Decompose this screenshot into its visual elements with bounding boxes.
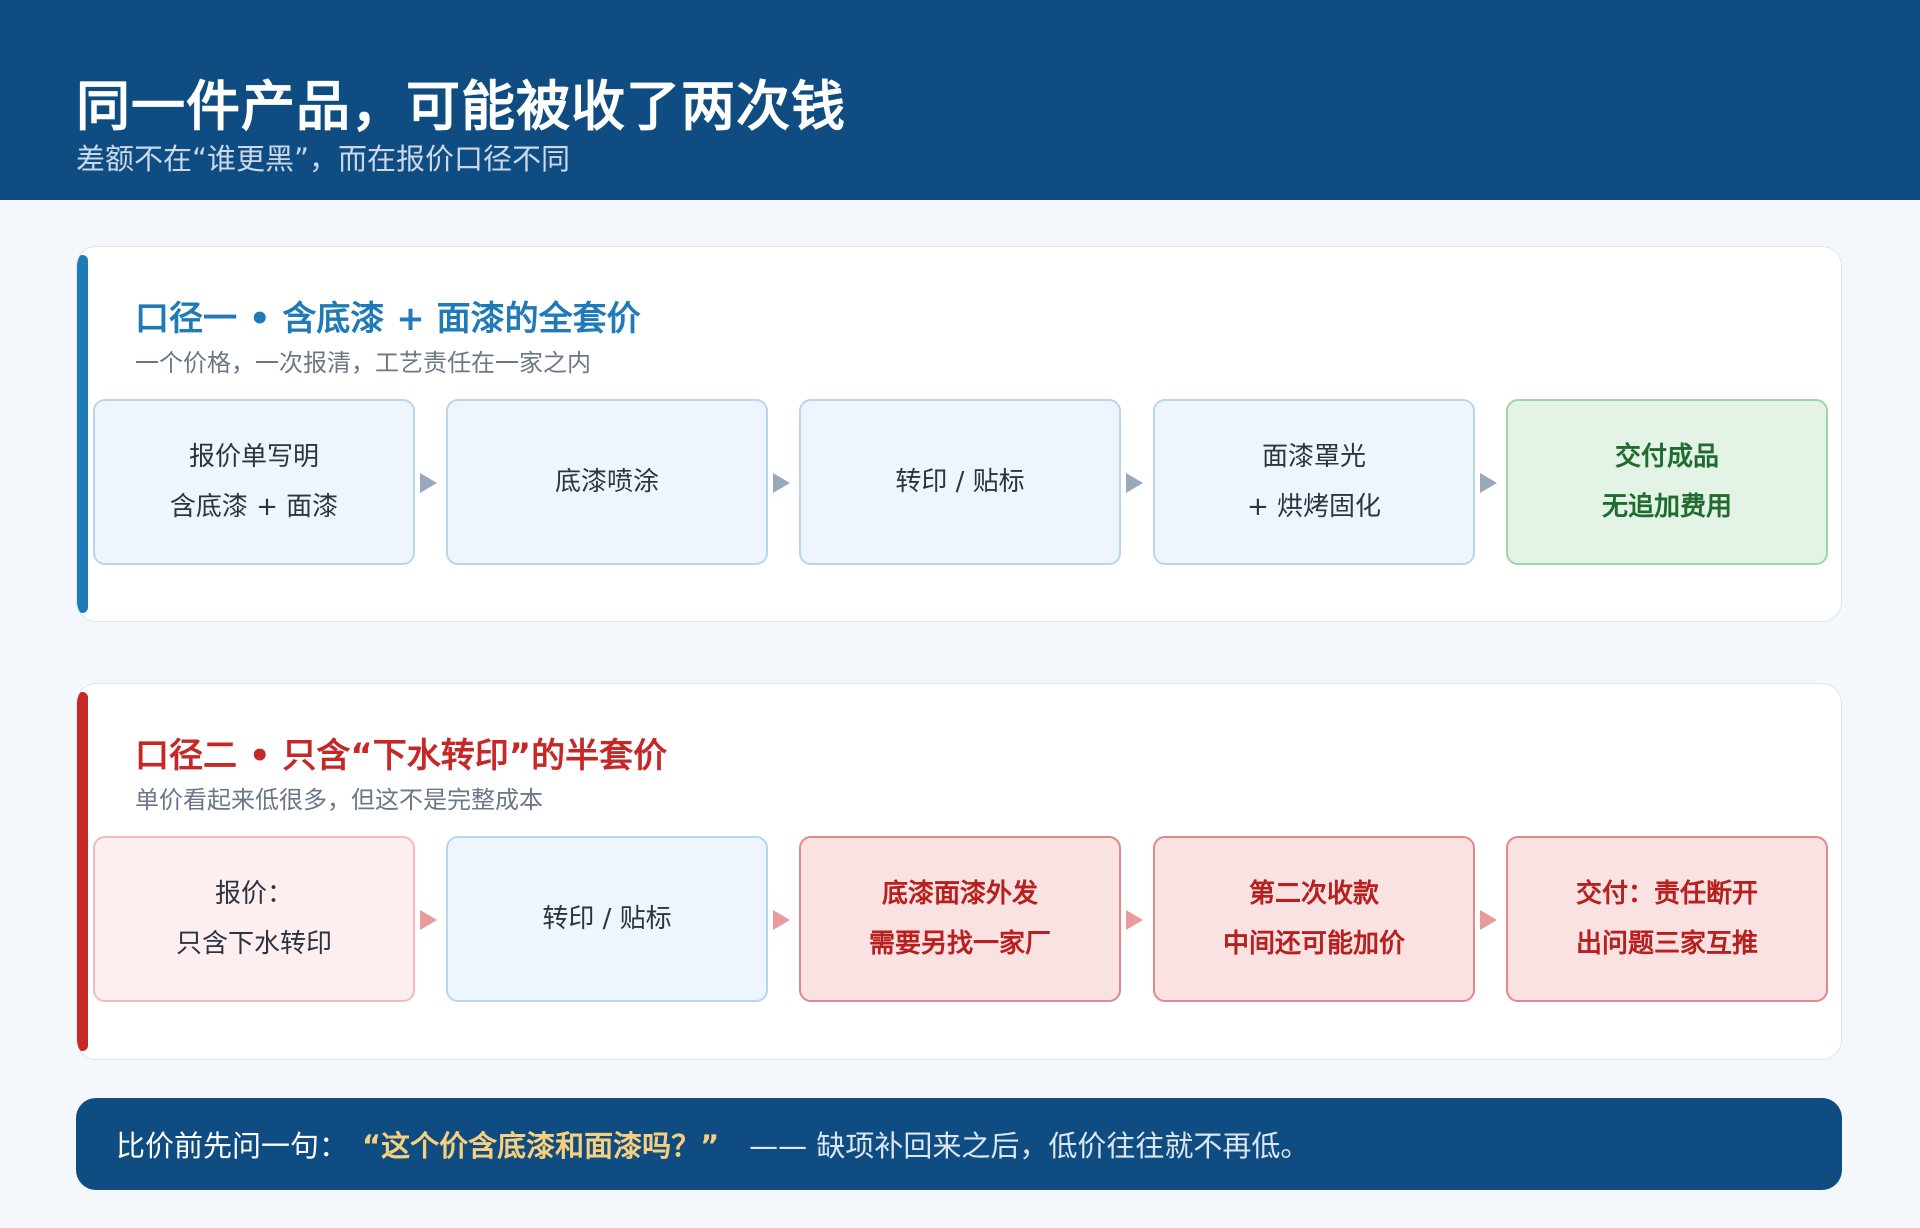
page-subtitle: 差额不在“谁更黑”，而在报价口径不同 bbox=[76, 142, 571, 176]
footer-tail: —— 缺项补回来之后，低价往往就不再低。 bbox=[749, 1129, 1310, 1163]
footer-quote: “这个价含底漆和面漆吗？” bbox=[362, 1129, 720, 1163]
step-text: 底漆面漆外发 bbox=[881, 879, 1038, 909]
panel-full-title: 口径一 • 含底漆 + 面漆的全套价 bbox=[135, 299, 641, 339]
flow-full-step-deliver: 交付成品 无追加费用 bbox=[1506, 399, 1828, 565]
panel-half-title: 口径二 • 只含“下水转印”的半套价 bbox=[135, 736, 668, 776]
arrow-right-icon bbox=[1480, 910, 1497, 930]
arrow-right-icon bbox=[773, 910, 790, 930]
footer-lead: 比价前先问一句： bbox=[116, 1129, 349, 1163]
arrow-right-icon bbox=[420, 473, 437, 493]
panel-half-subtitle: 单价看起来低很多，但这不是完整成本 bbox=[135, 786, 543, 814]
arrow-right-icon bbox=[1480, 473, 1497, 493]
flow-half-step-quote: 报价： 只含下水转印 bbox=[93, 836, 415, 1002]
arrow-right-icon bbox=[420, 910, 437, 930]
step-text: 报价： bbox=[214, 879, 293, 909]
step-text: 无追加费用 bbox=[1601, 492, 1732, 522]
flow-full-step-transfer: 转印 / 贴标 bbox=[799, 399, 1121, 565]
panel-full-price: 口径一 • 含底漆 + 面漆的全套价 一个价格，一次报清，工艺责任在一家之内 报… bbox=[76, 246, 1842, 622]
step-text: 报价单写明 bbox=[188, 442, 319, 472]
flow-half-step-second-charge: 第二次收款 中间还可能加价 bbox=[1153, 836, 1475, 1002]
accent-bar-blue bbox=[77, 255, 88, 613]
accent-bar-red bbox=[77, 692, 88, 1051]
step-text: 转印 / 贴标 bbox=[542, 904, 672, 934]
footer-callout: 比价前先问一句： “这个价含底漆和面漆吗？” —— 缺项补回来之后，低价往往就不… bbox=[76, 1098, 1842, 1190]
header-banner: 同一件产品，可能被收了两次钱 差额不在“谁更黑”，而在报价口径不同 bbox=[0, 0, 1920, 200]
step-text: 第二次收款 bbox=[1248, 879, 1379, 909]
step-text: 只含下水转印 bbox=[175, 929, 332, 959]
flow-half: 报价： 只含下水转印 转印 / 贴标 底漆面漆外发 需要另找一家厂 第二次收款 … bbox=[93, 836, 1829, 1002]
flow-half-step-outsource: 底漆面漆外发 需要另找一家厂 bbox=[799, 836, 1121, 1002]
step-text: 出问题三家互推 bbox=[1575, 929, 1758, 959]
arrow-right-icon bbox=[1126, 473, 1143, 493]
panel-half-price: 口径二 • 只含“下水转印”的半套价 单价看起来低很多，但这不是完整成本 报价：… bbox=[76, 683, 1842, 1060]
step-text: + 烘烤固化 bbox=[1246, 492, 1382, 522]
flow-full-step-primer: 底漆喷涂 bbox=[446, 399, 768, 565]
step-text: 需要另找一家厂 bbox=[868, 929, 1051, 959]
panel-full-subtitle: 一个价格，一次报清，工艺责任在一家之内 bbox=[135, 349, 591, 377]
flow-full-step-quote: 报价单写明 含底漆 + 面漆 bbox=[93, 399, 415, 565]
step-text: 转印 / 贴标 bbox=[895, 467, 1025, 497]
flow-full: 报价单写明 含底漆 + 面漆 底漆喷涂 转印 / 贴标 面漆罩光 + 烘烤固化 … bbox=[93, 399, 1829, 565]
step-text: 底漆喷涂 bbox=[554, 467, 659, 497]
step-text: 交付成品 bbox=[1614, 442, 1719, 472]
flow-half-step-deliver: 交付：责任断开 出问题三家互推 bbox=[1506, 836, 1828, 1002]
flow-full-step-topcoat: 面漆罩光 + 烘烤固化 bbox=[1153, 399, 1475, 565]
step-text: 面漆罩光 bbox=[1261, 442, 1366, 472]
step-text: 含底漆 + 面漆 bbox=[169, 492, 339, 522]
arrow-right-icon bbox=[773, 473, 790, 493]
step-text: 交付：责任断开 bbox=[1575, 879, 1758, 909]
arrow-right-icon bbox=[1126, 910, 1143, 930]
step-text: 中间还可能加价 bbox=[1222, 929, 1405, 959]
page-title: 同一件产品，可能被收了两次钱 bbox=[76, 75, 846, 138]
flow-half-step-transfer: 转印 / 贴标 bbox=[446, 836, 768, 1002]
